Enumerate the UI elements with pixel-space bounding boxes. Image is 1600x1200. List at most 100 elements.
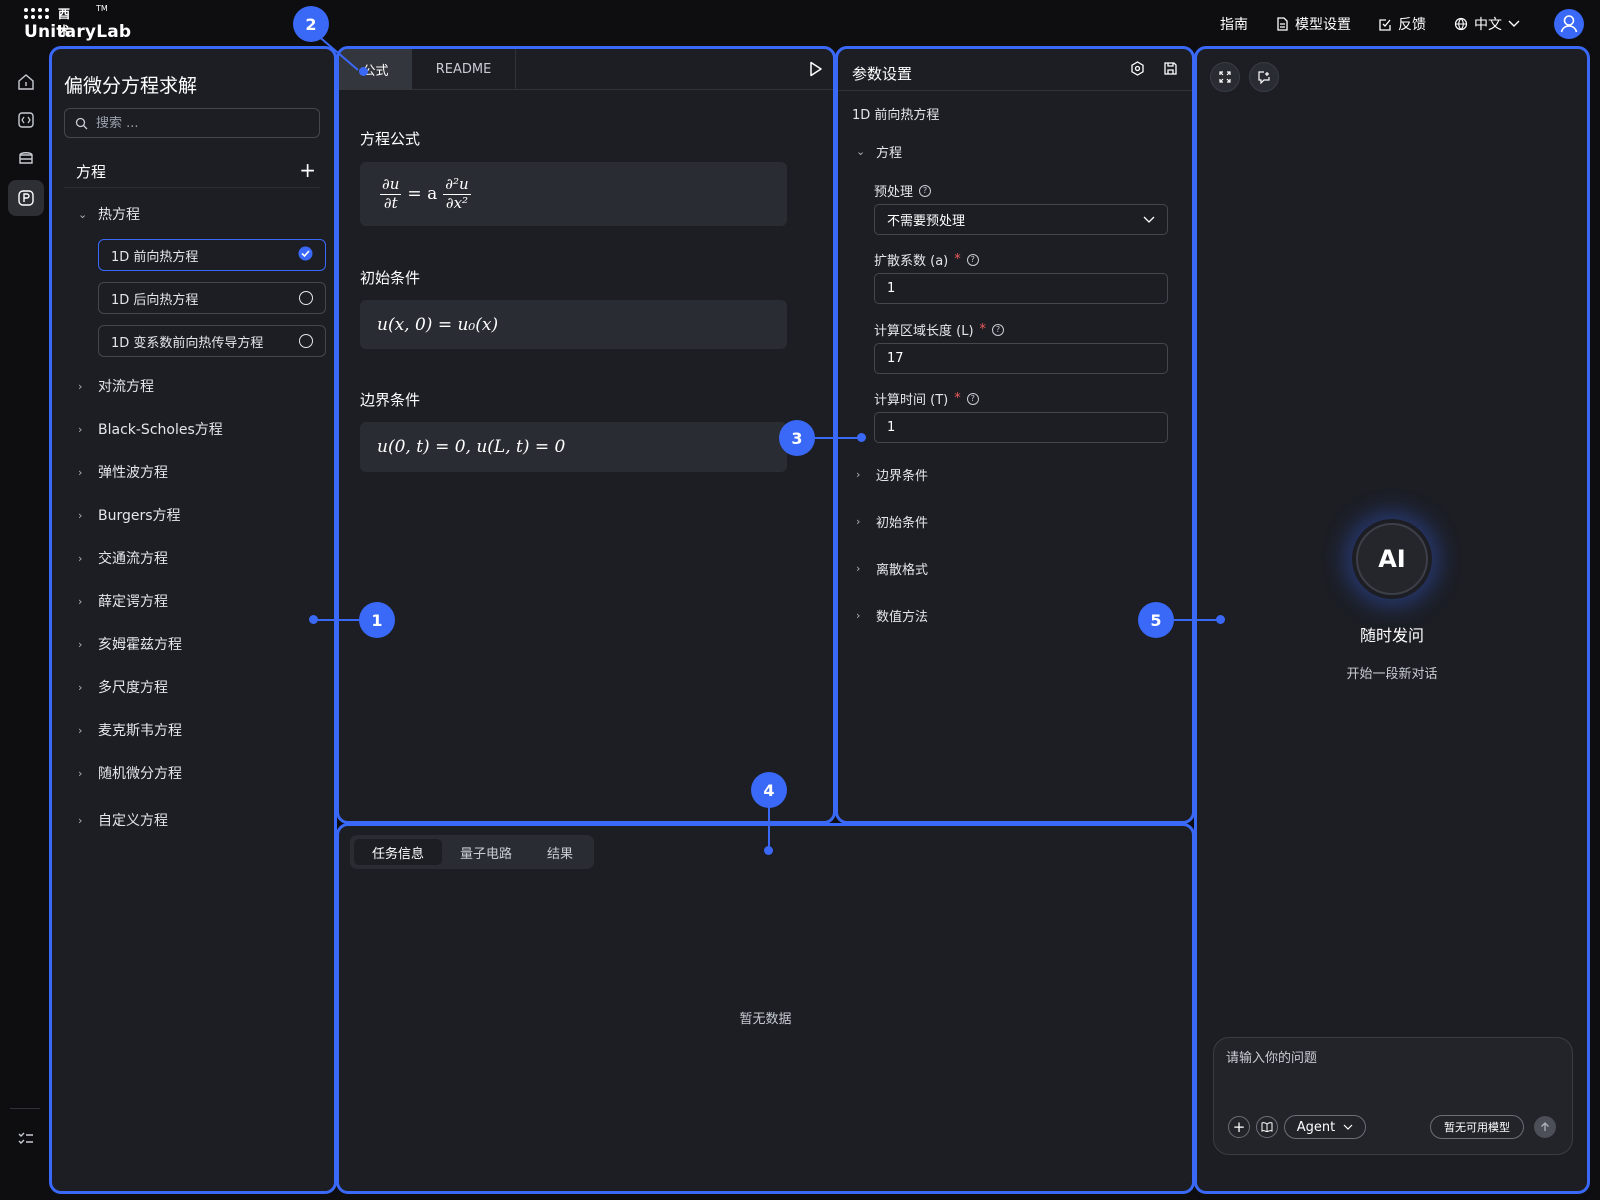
- tree-group-heat[interactable]: ⌄ 热方程: [78, 204, 140, 224]
- help-icon[interactable]: ?: [992, 323, 1005, 336]
- group-label: 离散格式: [876, 563, 929, 578]
- tree-group[interactable]: › 麦克斯韦方程: [78, 720, 182, 740]
- arrow-up-icon: [1541, 1122, 1549, 1131]
- tree-group[interactable]: › 自定义方程: [78, 810, 168, 830]
- group-collapsed[interactable]: › 边界条件: [856, 465, 928, 484]
- required-mark: *: [979, 322, 987, 337]
- group-collapsed[interactable]: › 离散格式: [856, 559, 928, 578]
- chevron-right-icon: ›: [78, 551, 83, 565]
- add-equation-button[interactable]: +: [299, 158, 316, 182]
- lhs-denominator: ∂t: [383, 193, 398, 212]
- group-collapsed[interactable]: › 初始条件: [856, 512, 928, 531]
- chat-composer: + Agent 暂无可用模型: [1213, 1037, 1573, 1155]
- group-label: 数值方法: [876, 610, 929, 625]
- params-subtitle: 1D 前向热方程: [852, 108, 940, 123]
- run-button[interactable]: [809, 61, 823, 81]
- model-select[interactable]: 暂无可用模型: [1430, 1115, 1524, 1139]
- logo-trademark: TM: [96, 4, 108, 13]
- preprocess-value: 不需要预处理: [887, 214, 966, 229]
- params-title: 参数设置: [852, 65, 913, 83]
- group-collapsed[interactable]: › 数值方法: [856, 606, 928, 625]
- params-toolbar: [1130, 61, 1178, 80]
- rail-home[interactable]: [8, 64, 44, 100]
- attach-button[interactable]: +: [1228, 1116, 1250, 1138]
- nav-model-settings[interactable]: 模型设置: [1276, 14, 1351, 34]
- send-button[interactable]: [1534, 1116, 1556, 1138]
- assistant-title: 随时发问: [1359, 626, 1424, 645]
- expand-icon: [1219, 71, 1231, 83]
- preprocess-select[interactable]: 不需要预处理: [874, 204, 1168, 235]
- fullscreen-button[interactable]: [1210, 62, 1240, 92]
- rail-tasks[interactable]: [8, 1120, 44, 1156]
- save-button[interactable]: [1163, 61, 1178, 80]
- tree-group[interactable]: › 交通流方程: [78, 548, 168, 568]
- params-divider: [838, 90, 1192, 91]
- time-input[interactable]: 1: [874, 412, 1168, 443]
- tree-group-label: 麦克斯韦方程: [98, 723, 182, 739]
- search-input[interactable]: [96, 115, 296, 131]
- tree-group[interactable]: › 多尺度方程: [78, 677, 168, 697]
- search-icon: [75, 117, 88, 129]
- callout-line: [315, 619, 360, 621]
- tree-group[interactable]: › Black-Scholes方程: [78, 419, 223, 439]
- tree-group-label: Black-Scholes方程: [98, 422, 223, 438]
- tree-group-label: Burgers方程: [98, 508, 181, 524]
- search-box: [64, 108, 320, 138]
- nav-feedback[interactable]: 反馈: [1379, 14, 1426, 34]
- boundary-heading: 边界条件: [360, 391, 421, 409]
- language-selector[interactable]: 中文: [1454, 14, 1520, 34]
- group-label: 边界条件: [876, 469, 929, 484]
- rail-code[interactable]: [8, 102, 44, 138]
- rail-pde[interactable]: [8, 180, 44, 216]
- tree-group-label: 热方程: [98, 207, 140, 223]
- tab-readme[interactable]: README: [412, 49, 516, 90]
- user-avatar[interactable]: [1554, 9, 1584, 39]
- tree-group[interactable]: › 随机微分方程: [78, 763, 182, 783]
- diffusion-value: 1: [887, 281, 896, 296]
- new-chat-button[interactable]: [1249, 62, 1279, 92]
- eq-item-label: 1D 变系数前向热传导方程: [111, 335, 264, 351]
- empty-state: 暂无数据: [739, 1012, 792, 1027]
- home-icon: [18, 74, 34, 90]
- formula-tabs: 公式 README: [339, 49, 833, 90]
- settings-button[interactable]: [1130, 61, 1145, 80]
- initial-heading: 初始条件: [360, 269, 421, 287]
- tab-quantum-circuit[interactable]: 量子电路: [442, 839, 530, 865]
- help-icon[interactable]: ?: [919, 184, 932, 197]
- params-panel: 参数设置 1D 前向热方程 ⌄ 方程 预处理 ? 不需要预处理 扩散系数 (a)…: [835, 46, 1195, 824]
- chevron-down-icon: ⌄: [856, 145, 866, 158]
- field-label-text: 计算区域长度 (L): [874, 324, 974, 339]
- knowledge-button[interactable]: [1256, 1116, 1278, 1138]
- callout-marker-4: 4: [751, 772, 787, 808]
- help-icon[interactable]: ?: [966, 392, 979, 405]
- group-equation[interactable]: ⌄ 方程: [856, 142, 902, 161]
- tree-group[interactable]: › 薛定谔方程: [78, 591, 168, 611]
- tree-group[interactable]: › 亥姆霍兹方程: [78, 634, 182, 654]
- diffusion-input[interactable]: 1: [874, 273, 1168, 304]
- check-square-icon: [1379, 18, 1391, 31]
- tree-group[interactable]: › Burgers方程: [78, 505, 181, 525]
- required-mark: *: [954, 252, 961, 267]
- chevron-down-icon: ⌄: [78, 207, 88, 221]
- rail-stack[interactable]: [8, 140, 44, 176]
- callout-marker-5: 5: [1138, 602, 1174, 638]
- chat-input[interactable]: [1226, 1047, 1556, 1097]
- callout-marker-2: 2: [293, 6, 329, 42]
- agent-select[interactable]: Agent: [1284, 1115, 1366, 1139]
- tab-results[interactable]: 结果: [530, 839, 590, 865]
- nav-guide[interactable]: 指南: [1220, 14, 1248, 34]
- code-icon: [18, 112, 34, 128]
- help-icon[interactable]: ?: [966, 253, 979, 266]
- tree-group[interactable]: › 对流方程: [78, 376, 154, 396]
- ai-badge: AI: [1356, 523, 1428, 595]
- tab-task-info[interactable]: 任务信息: [354, 839, 442, 865]
- eq-item-1d-forward-heat[interactable]: 1D 前向热方程: [98, 239, 326, 271]
- tree-group[interactable]: › 弹性波方程: [78, 462, 168, 482]
- eq-item-1d-backward-heat[interactable]: 1D 后向热方程: [98, 282, 326, 314]
- chevron-down-icon: [1143, 216, 1155, 223]
- eq-item-1d-variable-coef-heat[interactable]: 1D 变系数前向热传导方程: [98, 325, 326, 357]
- tree-group-label: 薛定谔方程: [98, 594, 168, 610]
- length-input[interactable]: 17: [874, 343, 1168, 374]
- section-divider: [64, 187, 320, 188]
- section-label: 方程: [76, 163, 107, 181]
